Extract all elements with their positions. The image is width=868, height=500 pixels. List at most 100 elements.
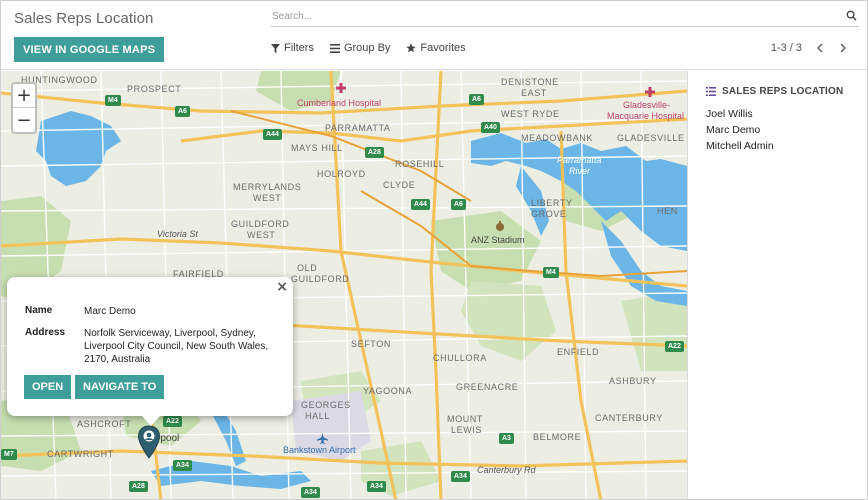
map-label-hall: HALL xyxy=(305,411,330,421)
favorites-button[interactable]: Favorites xyxy=(406,42,466,54)
search-icon[interactable] xyxy=(846,10,857,21)
map-marker-icon[interactable] xyxy=(137,425,161,459)
map-label-grove: GROVE xyxy=(531,209,567,219)
road-shield-a6: A6 xyxy=(175,106,190,117)
group-by-label: Group By xyxy=(343,42,391,54)
sales-rep-item[interactable]: Marc Demo xyxy=(706,124,774,140)
pager: 1-3 / 3 xyxy=(771,41,850,55)
popup-name-value: Marc Demo xyxy=(84,306,136,317)
map-label-ashcroft: ASHCROFT xyxy=(77,419,132,429)
group-by-button[interactable]: Group By xyxy=(329,42,391,54)
map-label-hen: HEN xyxy=(657,206,678,216)
road-shield-a44: A44 xyxy=(263,129,282,140)
hospital-icon xyxy=(336,83,346,93)
chevron-right-icon xyxy=(839,43,846,53)
star-icon xyxy=(406,43,417,53)
map-label-guildford: GUILDFORD xyxy=(231,219,290,229)
popup-address-key: Address xyxy=(25,327,66,338)
sales-reps-panel: SALES REPS LOCATION Joel Willis Marc Dem… xyxy=(687,71,867,499)
road-shield-a34-3: A34 xyxy=(451,471,470,482)
search-bar xyxy=(271,5,859,27)
map-label-prospect: PROSPECT xyxy=(127,84,182,94)
road-shield-a28: A28 xyxy=(365,147,384,158)
view-in-google-maps-button[interactable]: VIEW IN GOOGLE MAPS xyxy=(14,37,165,62)
road-shield-m4: M4 xyxy=(105,95,121,106)
map-label-belmore: BELMORE xyxy=(533,432,582,442)
map-label-lewis: LEWIS xyxy=(451,425,483,435)
map-label-victoria-st: Victoria St xyxy=(157,229,198,239)
map-label-old-guildford: GUILDFORD xyxy=(291,274,350,284)
favorites-label: Favorites xyxy=(420,42,466,54)
popup-close-button[interactable]: × xyxy=(276,279,288,295)
map-label-anz-stadium: ANZ Stadium xyxy=(471,235,525,245)
zoom-in-button[interactable]: + xyxy=(13,84,35,108)
road-shield-a34-4: A34 xyxy=(301,487,320,498)
zoom-out-button[interactable]: − xyxy=(13,108,35,132)
map-label-mount: MOUNT xyxy=(447,414,483,424)
map-label-cumberland-hospital: Cumberland Hospital xyxy=(297,98,382,108)
map-label-mays-hill: MAYS HILL xyxy=(291,143,343,153)
road-shield-m4-2: M4 xyxy=(543,267,559,278)
map-label-west-ryde: WEST RYDE xyxy=(501,109,560,119)
map-label-ashbury: ASHBURY xyxy=(609,376,657,386)
map-label-yagoona: YAGOONA xyxy=(363,386,413,396)
map-label-clyde: CLYDE xyxy=(383,180,416,190)
road-shield-a22: A22 xyxy=(665,341,684,352)
sales-reps-panel-title: SALES REPS LOCATION xyxy=(722,86,844,97)
filters-button[interactable]: Filters xyxy=(271,42,314,54)
road-shield-a22-2: A22 xyxy=(163,416,182,427)
sales-reps-panel-header: SALES REPS LOCATION xyxy=(706,86,843,97)
pager-previous-button[interactable] xyxy=(812,41,826,55)
popup-name-key: Name xyxy=(25,305,53,316)
control-panel: Sales Reps Location VIEW IN GOOGLE MAPS … xyxy=(1,1,867,70)
road-shield-a34-2: A34 xyxy=(367,481,386,492)
map-label-macquarie-hospital: Macquarie Hospital xyxy=(607,111,685,121)
map-label-cartwright: CARTWRIGHT xyxy=(47,449,114,459)
map-label-canterbury: CANTERBURY xyxy=(595,413,663,423)
map-label-canterbury-rd: Canterbury Rd xyxy=(477,465,536,475)
page-title: Sales Reps Location xyxy=(14,10,154,27)
search-input[interactable] xyxy=(272,8,832,24)
map-label-holroyd: HOLROYD xyxy=(317,169,366,179)
map-label-sefton: SEFTON xyxy=(351,339,391,349)
map-label-parramatta-river: Parramatta xyxy=(557,155,602,165)
map-label-parramatta: PARRAMATTA xyxy=(325,123,391,133)
road-shield-a34: A34 xyxy=(173,460,192,471)
popup-address-value: Norfolk Serviceway, Liverpool, Sydney, L… xyxy=(84,328,269,365)
search-options: Filters Group By Favorites xyxy=(271,42,466,54)
map-label-old: OLD xyxy=(297,263,318,273)
airport-icon xyxy=(317,433,328,444)
map-label-west-1: WEST xyxy=(253,193,282,203)
map-label-gladesville-2: GLADESVILLE xyxy=(617,133,685,143)
popup-open-button[interactable]: OPEN xyxy=(24,375,72,399)
map-label-west-2: WEST xyxy=(247,230,276,240)
map-label-georges: GEORGES xyxy=(301,400,351,410)
map-label-rosehill: ROSEHILL xyxy=(395,159,445,169)
road-shield-a3: A3 xyxy=(499,433,514,444)
hospital-icon-2 xyxy=(645,87,655,97)
map-label-east: EAST xyxy=(521,88,547,98)
road-shield-a40: A40 xyxy=(481,122,500,133)
map-label-greenacre: GREENACRE xyxy=(456,382,519,392)
chevron-left-icon xyxy=(816,43,823,53)
map-label-river: River xyxy=(569,166,591,176)
filters-label: Filters xyxy=(284,42,314,54)
map-label-meadowbank: MEADOWBANK xyxy=(521,133,594,143)
map-label-gladesville: Gladesville- xyxy=(623,100,671,110)
pager-value[interactable]: 1-3 / 3 xyxy=(771,42,802,54)
road-shield-a6-2: A6 xyxy=(469,94,484,105)
app-frame: Sales Reps Location VIEW IN GOOGLE MAPS … xyxy=(0,0,868,500)
road-shield-a44-2: A44 xyxy=(411,199,430,210)
list-icon xyxy=(706,87,716,96)
zoom-control: + − xyxy=(11,82,37,134)
map-label-enfield: ENFIELD xyxy=(557,347,600,357)
marker-popup: × Name Marc Demo Address Norfolk Service… xyxy=(7,277,293,416)
map-label-bankstown-airport: Bankstown Airport xyxy=(283,445,356,455)
popup-tip xyxy=(142,416,160,426)
map-label-denistone: DENISTONE xyxy=(501,77,559,87)
sales-rep-item[interactable]: Joel Willis xyxy=(706,108,774,124)
map-label-merrylands: MERRYLANDS xyxy=(233,182,302,192)
popup-navigate-button[interactable]: NAVIGATE TO xyxy=(75,375,165,399)
sales-rep-item[interactable]: Mitchell Admin xyxy=(706,140,774,156)
pager-next-button[interactable] xyxy=(836,41,850,55)
